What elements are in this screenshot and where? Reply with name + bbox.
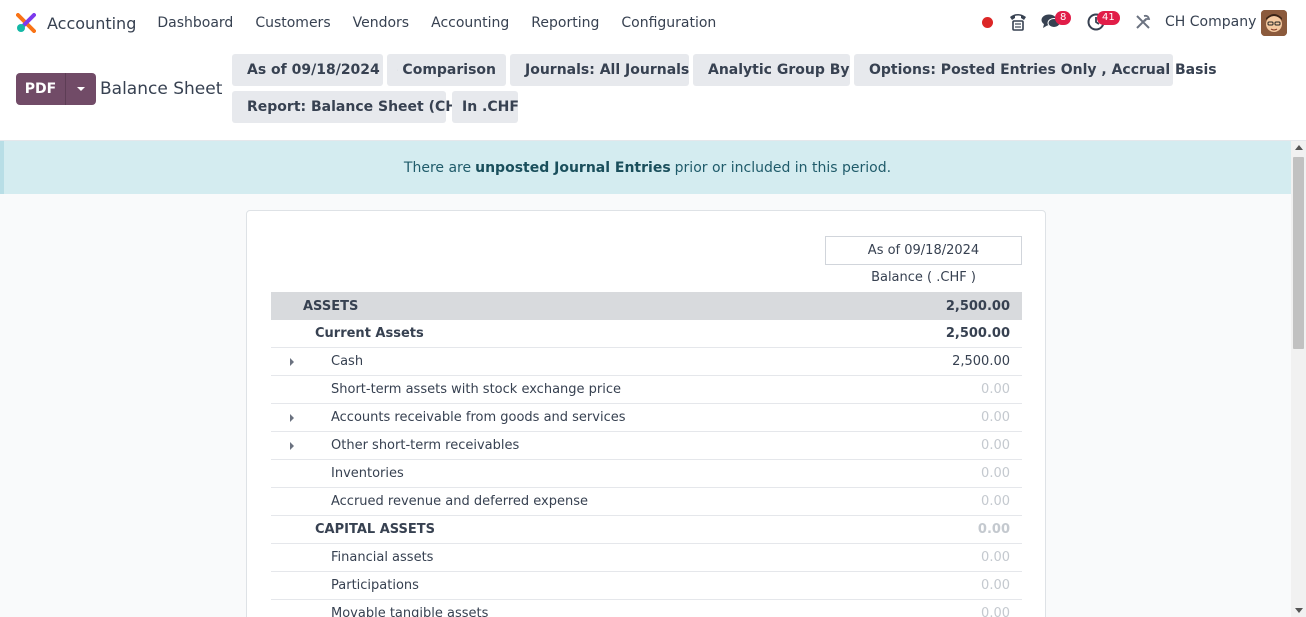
report-variant-label: Report: Balance Sheet (CH): [247, 99, 464, 115]
line-label: Short-term assets with stock exchange pr…: [331, 382, 622, 397]
balance-sheet-report: As of 09/18/2024 Balance ( .CHF ) ASSETS…: [246, 210, 1046, 617]
line-label: Financial assets: [331, 550, 434, 565]
line-label: Accounts receivable from goods and servi…: [331, 410, 626, 425]
date-filter-label: As of 09/18/2024: [247, 62, 380, 78]
report-line-accrued-revenue: Accrued revenue and deferred expense 0.0…: [271, 488, 1022, 516]
scrollbar-thumb[interactable]: [1293, 157, 1304, 349]
line-label: Other short-term receivables: [331, 438, 520, 453]
line-amount: 2,500.00: [945, 326, 1010, 341]
menu-dashboard[interactable]: Dashboard: [157, 15, 233, 31]
date-filter-button[interactable]: As of 09/18/2024: [232, 54, 383, 86]
analytic-group-by-button[interactable]: Analytic Group By: [693, 54, 850, 86]
line-amount: 2,500.00: [945, 298, 1010, 314]
line-amount: 0.00: [981, 382, 1010, 397]
line-label: Movable tangible assets: [331, 606, 489, 617]
report-line-capital-assets[interactable]: CAPITAL ASSETS 0.00: [271, 516, 1022, 544]
comparison-label: Comparison: [402, 62, 496, 78]
line-label: ASSETS: [303, 298, 359, 314]
report-line-accounts-receivable[interactable]: Accounts receivable from goods and servi…: [271, 404, 1022, 432]
report-line-financial-assets: Financial assets 0.00: [271, 544, 1022, 572]
page-title: Balance Sheet: [100, 79, 223, 99]
alert-text-after: prior or included in this period.: [674, 159, 892, 176]
options-filter-button[interactable]: Options: Posted Entries Only , Accrual B…: [854, 54, 1217, 86]
column-header-date[interactable]: As of 09/18/2024: [825, 236, 1022, 265]
line-amount[interactable]: 2,500.00: [952, 354, 1010, 369]
messages-badge: 8: [1055, 11, 1072, 25]
chevron-down-icon: [77, 87, 85, 91]
scroll-down-arrow-icon[interactable]: [1295, 608, 1303, 613]
report-lines: ASSETS 2,500.00 Current Assets 2,500.00 …: [271, 292, 1022, 617]
line-label: Participations: [331, 578, 419, 593]
control-panel: PDF Balance Sheet As of 09/18/2024 Compa…: [0, 46, 1306, 141]
report-line-short-term-assets: Short-term assets with stock exchange pr…: [271, 376, 1022, 404]
menu-configuration[interactable]: Configuration: [621, 15, 716, 31]
phone-icon[interactable]: [1008, 11, 1028, 37]
line-amount: 0.00: [981, 466, 1010, 481]
report-line-current-assets[interactable]: Current Assets 2,500.00: [271, 320, 1022, 348]
analytic-group-by-label: Analytic Group By: [708, 62, 850, 78]
menu-accounting[interactable]: Accounting: [431, 15, 509, 31]
export-dropdown-button[interactable]: [66, 73, 96, 105]
pdf-button-group: PDF: [16, 73, 96, 105]
debug-tools-icon[interactable]: [1135, 14, 1151, 34]
line-amount: 0.00: [981, 410, 1010, 425]
line-amount: 0.00: [981, 550, 1010, 565]
line-label: Cash: [331, 354, 364, 369]
line-label: Accrued revenue and deferred expense: [331, 494, 588, 509]
column-subheader-balance: Balance ( .CHF ): [871, 270, 976, 285]
report-line-cash[interactable]: Cash 2,500.00: [271, 348, 1022, 376]
line-amount: 0.00: [981, 578, 1010, 593]
comparison-button[interactable]: Comparison: [387, 54, 506, 86]
line-amount: 0.00: [981, 438, 1010, 453]
line-amount: 0.00: [977, 522, 1010, 537]
currency-button[interactable]: In .CHF: [452, 91, 519, 123]
vertical-scrollbar[interactable]: [1291, 141, 1306, 617]
report-variant-button[interactable]: Report: Balance Sheet (CH): [232, 91, 463, 123]
report-line-movable-tangible-assets: Movable tangible assets 0.00: [271, 600, 1022, 617]
line-amount: 0.00: [981, 494, 1010, 509]
unposted-entries-alert: There are unposted Journal Entries prior…: [0, 141, 1291, 194]
options-filter-label: Options: Posted Entries Only , Accrual B…: [869, 62, 1217, 78]
pdf-button[interactable]: PDF: [16, 73, 66, 105]
menu-vendors[interactable]: Vendors: [353, 15, 409, 31]
scroll-up-arrow-icon[interactable]: [1295, 145, 1303, 150]
line-amount: 0.00: [981, 606, 1010, 617]
menu-customers[interactable]: Customers: [255, 15, 330, 31]
menu-reporting[interactable]: Reporting: [531, 15, 599, 31]
report-line-assets[interactable]: ASSETS 2,500.00: [271, 292, 1022, 320]
unposted-entries-link[interactable]: unposted Journal Entries: [475, 160, 671, 176]
activities-badge: 41: [1097, 11, 1120, 25]
company-switcher[interactable]: CH Company: [1165, 14, 1256, 30]
journals-filter-button[interactable]: Journals: All Journals: [510, 54, 689, 86]
alert-text-before: There are: [403, 159, 472, 176]
line-label: Inventories: [331, 466, 404, 481]
report-line-other-receivables[interactable]: Other short-term receivables 0.00: [271, 432, 1022, 460]
accounting-app-icon[interactable]: [16, 13, 36, 33]
journals-filter-label: Journals: All Journals: [525, 62, 690, 78]
app-title[interactable]: Accounting: [47, 14, 136, 33]
recording-indicator-icon[interactable]: [982, 17, 993, 28]
line-label: Current Assets: [315, 326, 424, 341]
user-avatar[interactable]: [1261, 10, 1287, 36]
expand-caret-icon[interactable]: [290, 414, 294, 422]
report-line-participations: Participations 0.00: [271, 572, 1022, 600]
expand-caret-icon[interactable]: [290, 442, 294, 450]
expand-caret-icon[interactable]: [290, 358, 294, 366]
line-label: CAPITAL ASSETS: [315, 522, 436, 537]
currency-label: In .CHF: [462, 99, 519, 115]
report-line-inventories: Inventories 0.00: [271, 460, 1022, 488]
